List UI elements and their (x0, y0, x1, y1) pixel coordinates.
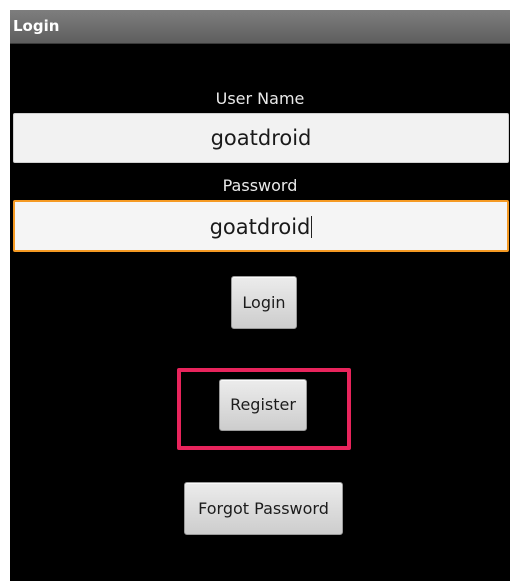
window-title: Login (13, 17, 60, 35)
login-button-label: Login (242, 292, 286, 312)
username-label: User Name (215, 89, 305, 108)
password-field[interactable]: goatdroid (13, 200, 509, 252)
forgot-password-button[interactable]: Forgot Password (184, 482, 343, 535)
password-value: goatdroid (209, 215, 311, 239)
register-highlight-box (177, 368, 351, 450)
username-value: goatdroid (210, 126, 312, 150)
password-value-wrap: goatdroid (15, 215, 507, 239)
text-cursor (311, 216, 313, 238)
forgot-password-button-label: Forgot Password (198, 498, 329, 518)
login-button[interactable]: Login (231, 276, 297, 329)
username-field[interactable]: goatdroid (13, 113, 509, 163)
password-label: Password (222, 176, 298, 195)
title-bar: Login (10, 10, 510, 44)
app-screen: Login User Name goatdroid Password goatd… (10, 10, 510, 581)
